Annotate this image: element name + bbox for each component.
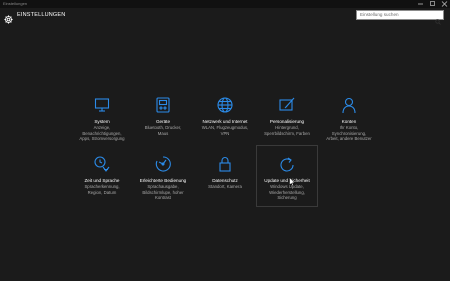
tile-description: Spracherkennung, Region, Datum [84,184,120,195]
tile-accounts[interactable]: Konten Ihr Konto, Synchronisierung, Arbeit… [318,96,380,158]
lock-icon [216,155,234,173]
tile-time-language[interactable]: Zeit und Sprache Spracherkennung, Region,… [71,155,133,217]
tile-description: Bluetooth, Drucker, Maus [144,125,182,136]
tile-ease-of-access[interactable]: Erleichterte Bedienung Sprachausgabe, Bil… [132,155,194,217]
globe-icon [216,96,234,114]
tile-description: Standort, Kamera [208,184,242,189]
person-icon [340,96,358,114]
personalization-icon [278,96,296,114]
maximize-icon[interactable] [427,0,438,8]
monitor-icon [93,96,111,114]
search-icon[interactable] [435,12,441,25]
tile-privacy[interactable]: Datenschutz Standort, Kamera [194,155,256,217]
tile-devices[interactable]: Geräte Bluetooth, Drucker, Maus [132,96,194,158]
tile-network[interactable]: Netzwerk und Internet WLAN, Flugzeugmodu… [194,96,256,158]
search-box[interactable]: Einstellung suchen [356,10,444,25]
tile-system[interactable]: System Anzeige, Benachrichtigungen, Apps, … [71,96,133,158]
minimize-icon[interactable] [415,0,426,8]
tile-description: Ihr Konto, Synchronisierung, Arbeit, ander… [326,125,372,141]
tile-description: Windows Update, Wiederherstellung, Sicheru… [269,184,305,200]
tile-description: Sprachausgabe, Bildschirmlupe, hoher Kontr… [142,184,184,200]
time-language-icon [93,155,111,173]
tile-description: Hintergrund, Sperrbildschirm, Farben [264,125,310,136]
window-title-bar: Einstellungen [0,0,450,8]
tile-description: Anzeige, Benachrichtigungen, Apps, Stromve… [79,125,125,141]
tile-description: WLAN, Flugzeugmodus, VPN [201,125,249,136]
mouse-cursor-icon [289,174,296,187]
devices-icon [154,96,172,114]
update-icon [278,156,296,174]
gear-icon [4,11,13,24]
page-title: EINSTELLUNGEN [17,12,66,18]
close-icon[interactable] [439,0,450,8]
tile-update-security[interactable]: Update und Sicherheit Windows Update, Wie… [256,145,318,207]
search-input[interactable]: Einstellung suchen [360,11,399,19]
window-title: Einstellungen [3,1,28,6]
ease-of-access-icon [154,155,172,173]
